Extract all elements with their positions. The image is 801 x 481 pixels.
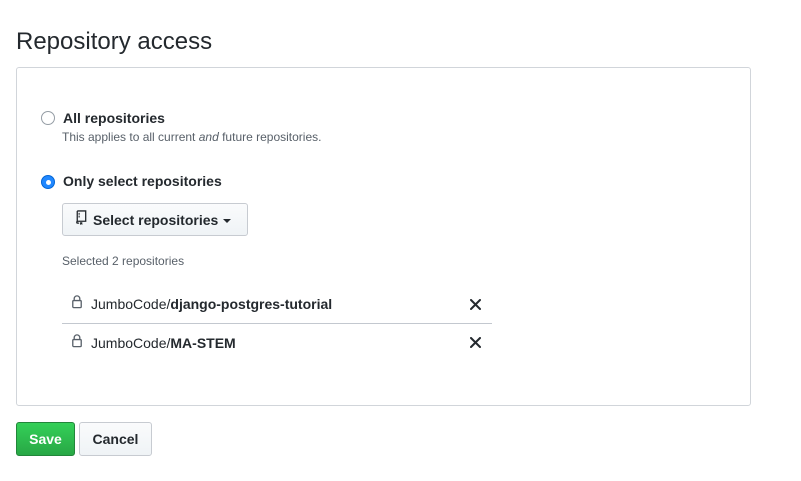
option-only-select-label[interactable]: Only select repositories — [63, 173, 222, 189]
option-all-repositories-label[interactable]: All repositories — [63, 110, 165, 126]
repo-name: JumboCode/django-postgres-tutorial — [91, 296, 333, 312]
chevron-down-icon — [223, 218, 232, 223]
page-title: Repository access — [16, 28, 213, 55]
radio-only-select-repositories[interactable] — [41, 175, 55, 189]
select-repositories-label: Select repositories — [93, 211, 219, 228]
lock-icon — [71, 333, 83, 353]
close-icon — [469, 298, 481, 310]
lock-icon — [71, 294, 83, 314]
close-icon — [469, 337, 481, 348]
repo-icon — [75, 209, 87, 230]
list-item: JumboCode/django-postgres-tutorial — [62, 285, 492, 323]
select-repositories-button[interactable]: Select repositories — [62, 203, 248, 236]
selected-count-text: Selected 2 repositories — [62, 254, 185, 268]
repo-name: JumboCode/MA-STEM — [91, 334, 236, 351]
list-item: JumboCode/MA-STEM — [62, 323, 492, 361]
remove-repository-button[interactable] — [468, 336, 482, 350]
repository-access-panel: All repositories This applies to all cur… — [16, 67, 751, 406]
option-all-repositories-note: This applies to all current and future r… — [62, 130, 322, 144]
remove-repository-button[interactable] — [468, 297, 482, 311]
cancel-button[interactable]: Cancel — [79, 422, 152, 456]
selected-repositories-list: JumboCode/django-postgres-tutorial Jumbo… — [62, 285, 492, 361]
radio-all-repositories[interactable] — [41, 111, 55, 125]
save-button[interactable]: Save — [16, 422, 75, 456]
